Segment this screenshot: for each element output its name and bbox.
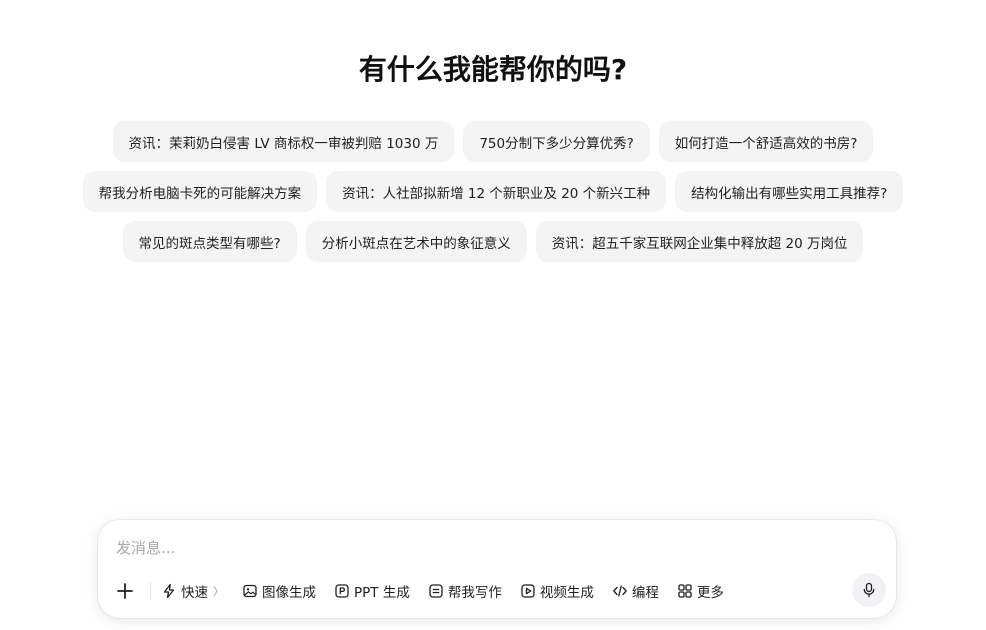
more-tools-label: 更多 [696,585,724,601]
chat-home: 有什么我能帮你的吗? 资讯：茉莉奶白侵害 LV 商标权一审被判赔 1030 万 … [0,0,986,630]
fast-mode-label: 快速 [181,585,208,601]
lightning-icon [163,583,175,599]
suggestion-chip[interactable]: 资讯：超五千家互联网企业集中释放超 20 万岗位 [535,221,864,262]
video-generation-label: 视频生成 [539,585,594,601]
suggestion-chip[interactable]: 资讯：茉莉奶白侵害 LV 商标权一审被判赔 1030 万 [112,121,455,162]
message-composer: 快速 〉 图像生成 PPT 生成 [98,520,896,618]
suggestion-row-3: 常见的斑点类型有哪些? 分析小斑点在艺术中的象征意义 资讯：超五千家互联网企业集… [0,221,986,262]
suggestion-chip[interactable]: 如何打造一个舒适高效的书房? [658,121,874,162]
toolbar-divider [150,582,151,600]
writing-assistant-label: 帮我写作 [447,585,502,601]
grid-icon [678,584,692,598]
image-icon [243,584,257,598]
ppt-generation-label: PPT 生成 [354,585,410,601]
suggestion-chip[interactable]: 结构化输出有哪些实用工具推荐? [675,171,904,212]
image-generation-button[interactable]: 图像生成 [242,581,316,601]
writing-assistant-button[interactable]: 帮我写作 [428,581,502,601]
chevron-right-icon: 〉 [213,585,224,598]
plus-icon [117,583,133,599]
attach-button[interactable] [112,578,138,604]
more-tools-button[interactable]: 更多 [677,581,724,601]
page-title: 有什么我能帮你的吗? [358,53,628,86]
suggestion-chip[interactable]: 750分制下多少分算优秀? [463,121,650,162]
message-input[interactable] [116,534,856,562]
ppt-icon [335,584,349,598]
write-icon [429,584,443,598]
video-generation-button[interactable]: 视频生成 [520,581,594,601]
suggestion-row-2: 帮我分析电脑卡死的可能解决方案 资讯：人社部拟新增 12 个新职业及 20 个新… [0,171,986,212]
coding-button[interactable]: 编程 [612,581,659,601]
video-icon [521,584,535,598]
coding-label: 编程 [631,585,659,601]
ppt-generation-button[interactable]: PPT 生成 [334,581,410,601]
voice-input-button[interactable] [852,573,886,607]
microphone-icon [863,582,875,598]
code-icon [612,585,627,597]
suggestion-chip[interactable]: 帮我分析电脑卡死的可能解决方案 [82,171,318,212]
image-generation-label: 图像生成 [262,585,316,601]
suggestion-chip[interactable]: 分析小斑点在艺术中的象征意义 [305,221,527,262]
suggestion-row-1: 资讯：茉莉奶白侵害 LV 商标权一审被判赔 1030 万 750分制下多少分算优… [0,121,986,162]
composer-toolbar: 快速 〉 图像生成 PPT 生成 帮我写作 视频生成 编程 更多 [112,576,742,606]
fast-mode-button[interactable]: 快速 〉 [161,581,224,601]
suggestion-chip[interactable]: 常见的斑点类型有哪些? [122,221,297,262]
suggestion-chip[interactable]: 资讯：人社部拟新增 12 个新职业及 20 个新兴工种 [326,171,667,212]
